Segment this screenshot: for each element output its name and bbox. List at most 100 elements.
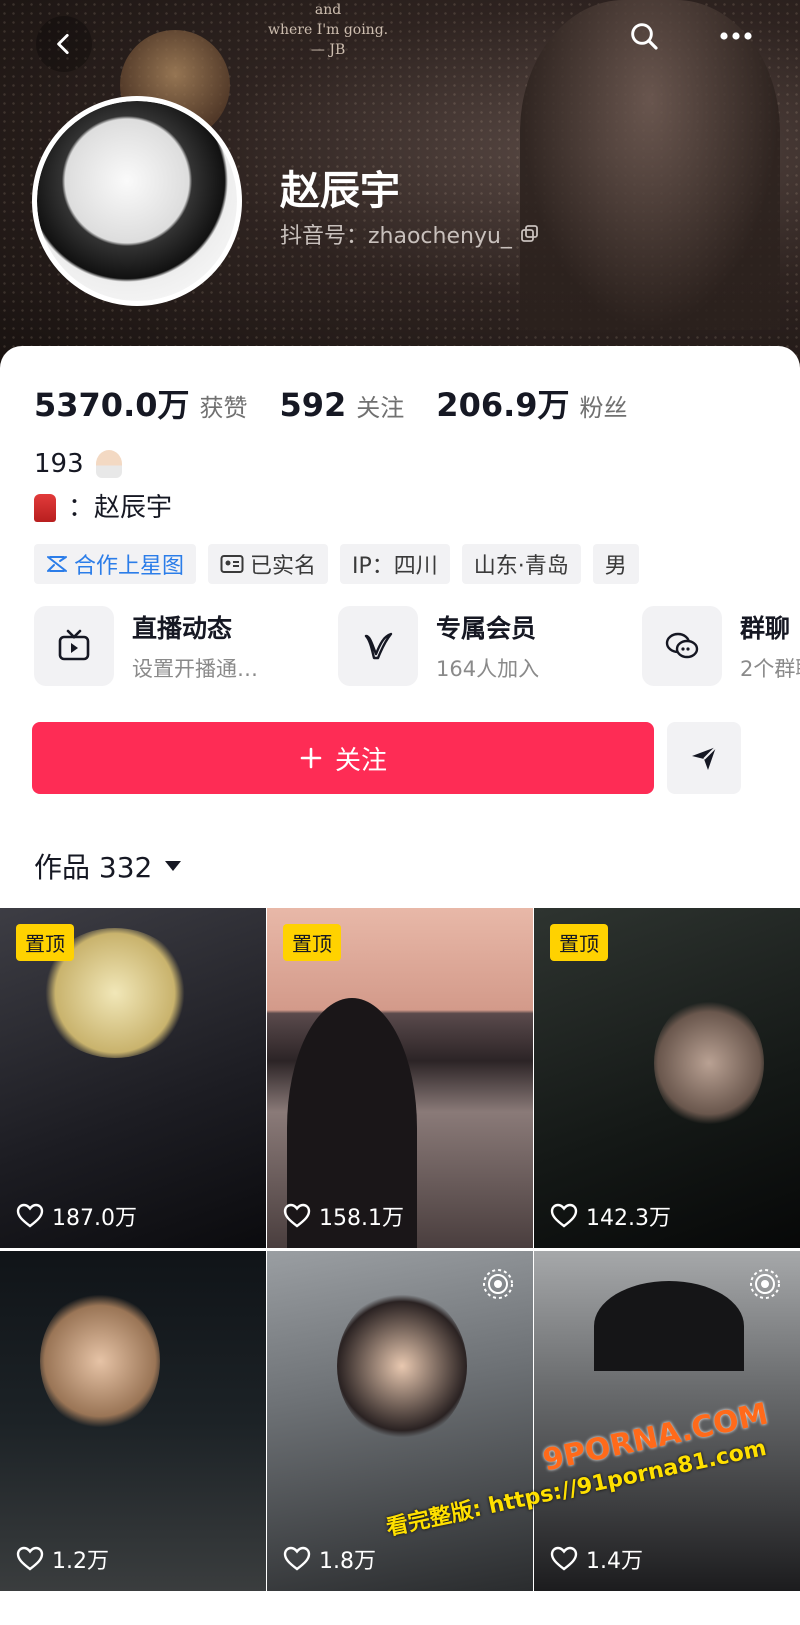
- banner-quote: and where I'm going. — JB: [268, 0, 388, 60]
- back-button[interactable]: [36, 16, 92, 72]
- caret-down-icon: [165, 861, 182, 871]
- search-button[interactable]: [620, 12, 668, 60]
- follow-button[interactable]: 关注: [32, 722, 654, 794]
- heart-outline-icon: [283, 1203, 311, 1228]
- like-count: 187.0万: [16, 1200, 137, 1232]
- like-count: 158.1万: [283, 1200, 404, 1232]
- like-count: 142.3万: [550, 1200, 671, 1232]
- video-thumbnail[interactable]: 置顶 142.3万: [534, 908, 800, 1248]
- pinned-badge: 置顶: [16, 924, 74, 961]
- like-count-text: 187.0万: [52, 1206, 137, 1231]
- feature-title: 群聊: [740, 614, 791, 643]
- video-thumbnail[interactable]: 置顶 187.0万: [0, 908, 266, 1248]
- tag-label: 合作上星图: [74, 554, 185, 579]
- stat-likes[interactable]: 5370.0万 获赞: [34, 380, 248, 426]
- feature-title: 专属会员: [436, 614, 537, 643]
- feature-subtitle: 164人加入: [436, 657, 540, 681]
- bio-line: ：赵辰宇: [34, 486, 172, 530]
- bio-text: 193: [34, 449, 84, 479]
- stat-value: 592: [279, 386, 347, 424]
- tv-icon: [58, 629, 90, 661]
- stat-followers[interactable]: 206.9万 粉丝: [436, 380, 627, 426]
- feature-subtitle: 2个群聊: [740, 657, 800, 681]
- stat-value: 5370.0万: [34, 386, 190, 424]
- profile-nickname: 赵辰宇: [280, 168, 400, 214]
- live-photo-icon: [750, 1269, 780, 1299]
- chat-bubbles-icon: [665, 632, 699, 659]
- heart-outline-icon: [550, 1546, 578, 1571]
- feature-row: 直播动态 设置开播通… 专属会员 164人加入 群聊 2个群聊: [34, 604, 800, 688]
- heart-outline-icon: [550, 1203, 578, 1228]
- stat-value: 206.9万: [436, 386, 570, 424]
- stat-following[interactable]: 592 关注: [280, 386, 405, 424]
- stats-row: 5370.0万 获赞 592 关注 206.9万 粉丝: [34, 380, 660, 426]
- tag-label: IP：四川: [352, 554, 438, 579]
- live-photo-icon: [483, 1269, 513, 1299]
- search-icon: [631, 23, 658, 50]
- video-thumbnail[interactable]: 1.8万: [267, 1251, 533, 1591]
- feature-membership[interactable]: 专属会员 164人加入: [338, 604, 642, 688]
- tag-verified-name[interactable]: 已实名: [208, 544, 329, 584]
- tag-label: 男: [604, 554, 627, 579]
- account-id-text: 抖音号：zhaochenyu_: [280, 224, 512, 249]
- video-grid: 置顶 187.0万 置顶 158.1万 置顶 142.3万 1.2万 1.8万 …: [0, 908, 800, 1591]
- share-button[interactable]: [667, 722, 741, 794]
- person-emoji-icon: [95, 450, 122, 478]
- works-tab-label: 作品 332: [34, 851, 153, 884]
- stat-label: 关注: [356, 394, 405, 422]
- scarf-emoji-icon: [34, 494, 56, 522]
- tag-label: 已实名: [250, 554, 317, 579]
- stat-label: 粉丝: [579, 394, 628, 422]
- stat-label: 获赞: [199, 394, 248, 422]
- like-count: 1.8万: [283, 1543, 376, 1575]
- video-thumbnail[interactable]: 置顶 158.1万: [267, 908, 533, 1248]
- like-count-text: 142.3万: [586, 1206, 671, 1231]
- tag-location[interactable]: 山东·青岛: [461, 544, 581, 584]
- like-count: 1.4万: [550, 1543, 643, 1575]
- tag-ip: IP：四川: [340, 544, 450, 584]
- avatar[interactable]: [32, 96, 242, 306]
- tag-gender: 男: [592, 544, 639, 584]
- like-count-text: 1.4万: [586, 1549, 643, 1574]
- avatar-illustration: [37, 101, 237, 301]
- banner-quote-line: and: [314, 2, 342, 18]
- chevron-left-icon: [57, 33, 69, 55]
- banner-quote-line: where I'm going.: [268, 22, 389, 38]
- account-id[interactable]: 抖音号：zhaochenyu_: [280, 218, 540, 250]
- feature-title: 直播动态: [132, 614, 233, 643]
- like-count-text: 158.1万: [319, 1206, 404, 1231]
- feature-live-updates[interactable]: 直播动态 设置开播通…: [34, 604, 338, 688]
- follow-button-label: 关注: [334, 745, 387, 776]
- tag-label: 山东·青岛: [473, 554, 569, 579]
- tab-works[interactable]: 作品 332: [34, 846, 182, 886]
- bio: 193 ：赵辰宇: [34, 442, 172, 530]
- heart-outline-icon: [283, 1546, 311, 1571]
- profile-banner: and where I'm going. — JB 赵辰宇 抖音号：zhaoch…: [0, 0, 800, 380]
- vip-v-icon: [364, 632, 393, 660]
- tag-star-map[interactable]: 合作上星图: [34, 544, 197, 584]
- heart-outline-icon: [16, 1203, 44, 1228]
- id-card-icon: [220, 555, 244, 573]
- more-dots-icon: [720, 32, 752, 40]
- send-icon: [692, 746, 717, 770]
- pinned-badge: 置顶: [550, 924, 608, 961]
- feature-icon-box: [642, 606, 722, 686]
- banner-quote-line: — JB: [310, 42, 346, 58]
- pinned-badge: 置顶: [283, 924, 341, 961]
- like-count-text: 1.2万: [52, 1549, 109, 1574]
- tag-row: 合作上星图 已实名 IP：四川 山东·青岛 男: [34, 544, 639, 584]
- feature-icon-box: [338, 606, 418, 686]
- video-thumbnail[interactable]: 1.2万: [0, 1251, 266, 1591]
- like-count: 1.2万: [16, 1543, 109, 1575]
- more-button[interactable]: [712, 12, 760, 60]
- star-map-icon: [47, 556, 67, 572]
- plus-icon: [300, 747, 322, 769]
- heart-outline-icon: [16, 1546, 44, 1571]
- feature-subtitle: 设置开播通…: [132, 657, 258, 681]
- feature-icon-box: [34, 606, 114, 686]
- feature-group-chat[interactable]: 群聊 2个群聊: [642, 604, 800, 688]
- copy-icon[interactable]: [520, 224, 540, 244]
- bio-text: ：赵辰宇: [68, 493, 173, 523]
- bio-line: 193: [34, 442, 172, 486]
- like-count-text: 1.8万: [319, 1549, 376, 1574]
